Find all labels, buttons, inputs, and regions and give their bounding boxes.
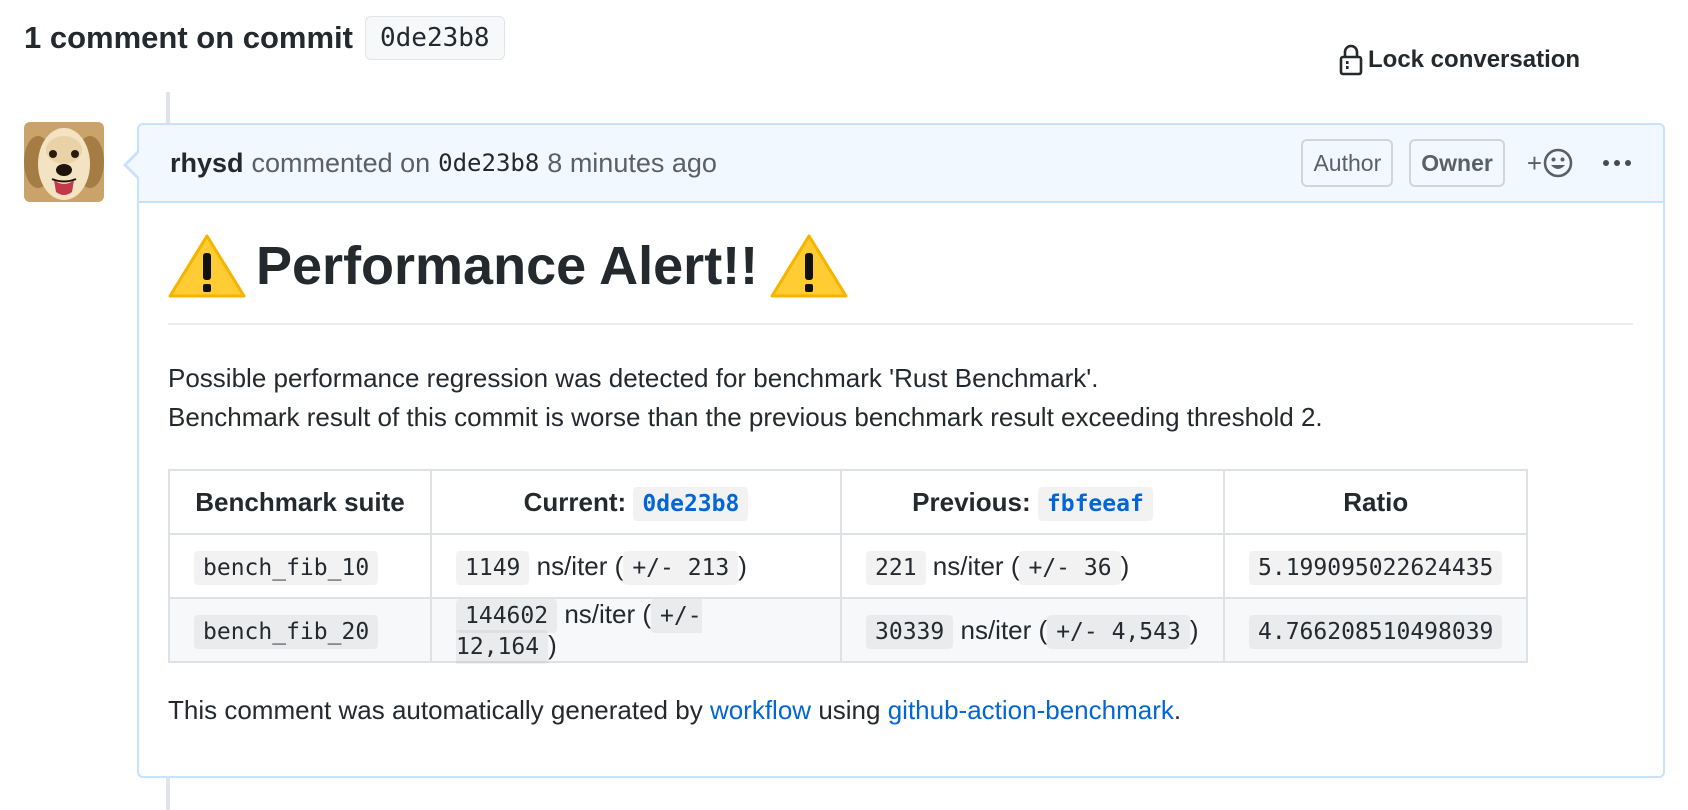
avatar[interactable] [24, 122, 104, 202]
alert-line-1: Possible performance regression was dete… [168, 363, 1099, 393]
footer-prefix: This comment was automatically generated… [168, 695, 703, 725]
table-header-row: Benchmark suite Current: 0de23b8 Previou… [168, 469, 1529, 535]
comment-body: Performance Alert!! Possible performance… [139, 203, 1663, 726]
previous-error: +/- 4,543 [1047, 614, 1190, 649]
suite-name: bench_fib_20 [194, 614, 379, 649]
ratio-value: 4.766208510498039 [1249, 614, 1503, 649]
comment-timestamp[interactable]: 8 minutes ago [547, 148, 717, 179]
comment-author[interactable]: rhysd [170, 148, 244, 179]
current-cell: 144602 ns/iter (+/- 12,164) [430, 597, 842, 664]
col-previous-label: Previous: [912, 486, 1031, 517]
warning-icon [168, 233, 246, 299]
ratio-value: 5.199095022624435 [1249, 550, 1503, 585]
add-reaction-button[interactable]: + [1527, 147, 1574, 179]
suite-cell: bench_fib_20 [168, 597, 432, 663]
suite-cell: bench_fib_10 [168, 533, 432, 599]
lock-conversation-label: Lock conversation [1368, 46, 1581, 73]
col-current-label: Current: [523, 486, 627, 517]
alert-description: Possible performance regression was dete… [168, 359, 1633, 437]
unit-label: ns/iter [564, 599, 636, 629]
col-previous: Previous: fbfeeaf [840, 469, 1225, 535]
alert-title: Performance Alert!! [256, 236, 759, 296]
current-value: 144602 [456, 599, 558, 633]
unit-label: ns/iter [960, 614, 1032, 645]
owner-label: Owner [1409, 139, 1505, 187]
table-row: bench_fib_10 1149 ns/iter (+/- 213) 221 … [168, 533, 1529, 599]
previous-cell: 30339 ns/iter (+/- 4,543) [840, 597, 1225, 663]
footer-suffix: . [1173, 695, 1182, 725]
benchmark-table: Benchmark suite Current: 0de23b8 Previou… [168, 469, 1529, 664]
page-title: 1 comment on commit 0de23b8 [24, 16, 505, 60]
reaction-plus: + [1526, 147, 1542, 178]
warning-icon [770, 233, 848, 299]
unit-label: ns/iter [536, 550, 608, 581]
footer-middle: using [818, 695, 881, 725]
workflow-link[interactable]: workflow [710, 695, 811, 725]
page-title-text: 1 comment on commit [24, 20, 353, 55]
comment-pointer-fill [127, 153, 139, 177]
current-value: 1149 [456, 550, 530, 585]
current-error: +/- 213 [623, 550, 739, 585]
previous-commit-link[interactable]: fbfeeaf [1037, 486, 1153, 521]
col-current: Current: 0de23b8 [430, 469, 842, 535]
alert-heading: Performance Alert!! [168, 225, 1633, 325]
unit-label: ns/iter [932, 550, 1004, 581]
previous-value: 221 [866, 550, 926, 585]
comment-commit-ref[interactable]: 0de23b8 [438, 149, 539, 177]
dog-avatar-icon [24, 122, 104, 202]
alert-line-2: Benchmark result of this commit is worse… [168, 402, 1323, 432]
footer-note: This comment was automatically generated… [168, 695, 1633, 726]
ratio-cell: 5.199095022624435 [1222, 533, 1529, 599]
comment-action: commented on [251, 147, 431, 178]
kebab-horizontal-icon[interactable] [1600, 160, 1633, 166]
suite-name: bench_fib_10 [194, 550, 379, 585]
comment-header: rhysd commented on 0de23b8 8 minutes ago… [139, 125, 1663, 203]
col-suite: Benchmark suite [168, 469, 432, 535]
lock-icon [1339, 44, 1363, 76]
previous-cell: 221 ns/iter (+/- 36) [840, 533, 1225, 599]
previous-value: 30339 [866, 614, 954, 649]
current-cell: 1149 ns/iter (+/- 213) [430, 533, 842, 599]
table-row: bench_fib_20 144602 ns/iter (+/- 12,164)… [168, 597, 1529, 664]
previous-error: +/- 36 [1019, 550, 1121, 585]
current-commit-link[interactable]: 0de23b8 [633, 486, 749, 521]
comment-box: rhysd commented on 0de23b8 8 minutes ago… [123, 123, 1665, 778]
col-ratio: Ratio [1222, 469, 1529, 535]
github-action-benchmark-link[interactable]: github-action-benchmark [888, 695, 1174, 725]
ratio-cell: 4.766208510498039 [1222, 597, 1529, 663]
author-label: Author [1301, 139, 1394, 187]
commit-sha-badge[interactable]: 0de23b8 [365, 16, 505, 60]
comment-header-actions: Author Owner + [1285, 139, 1633, 187]
lock-conversation-button[interactable]: Lock conversation [1338, 44, 1580, 76]
smiley-icon [1543, 148, 1573, 178]
